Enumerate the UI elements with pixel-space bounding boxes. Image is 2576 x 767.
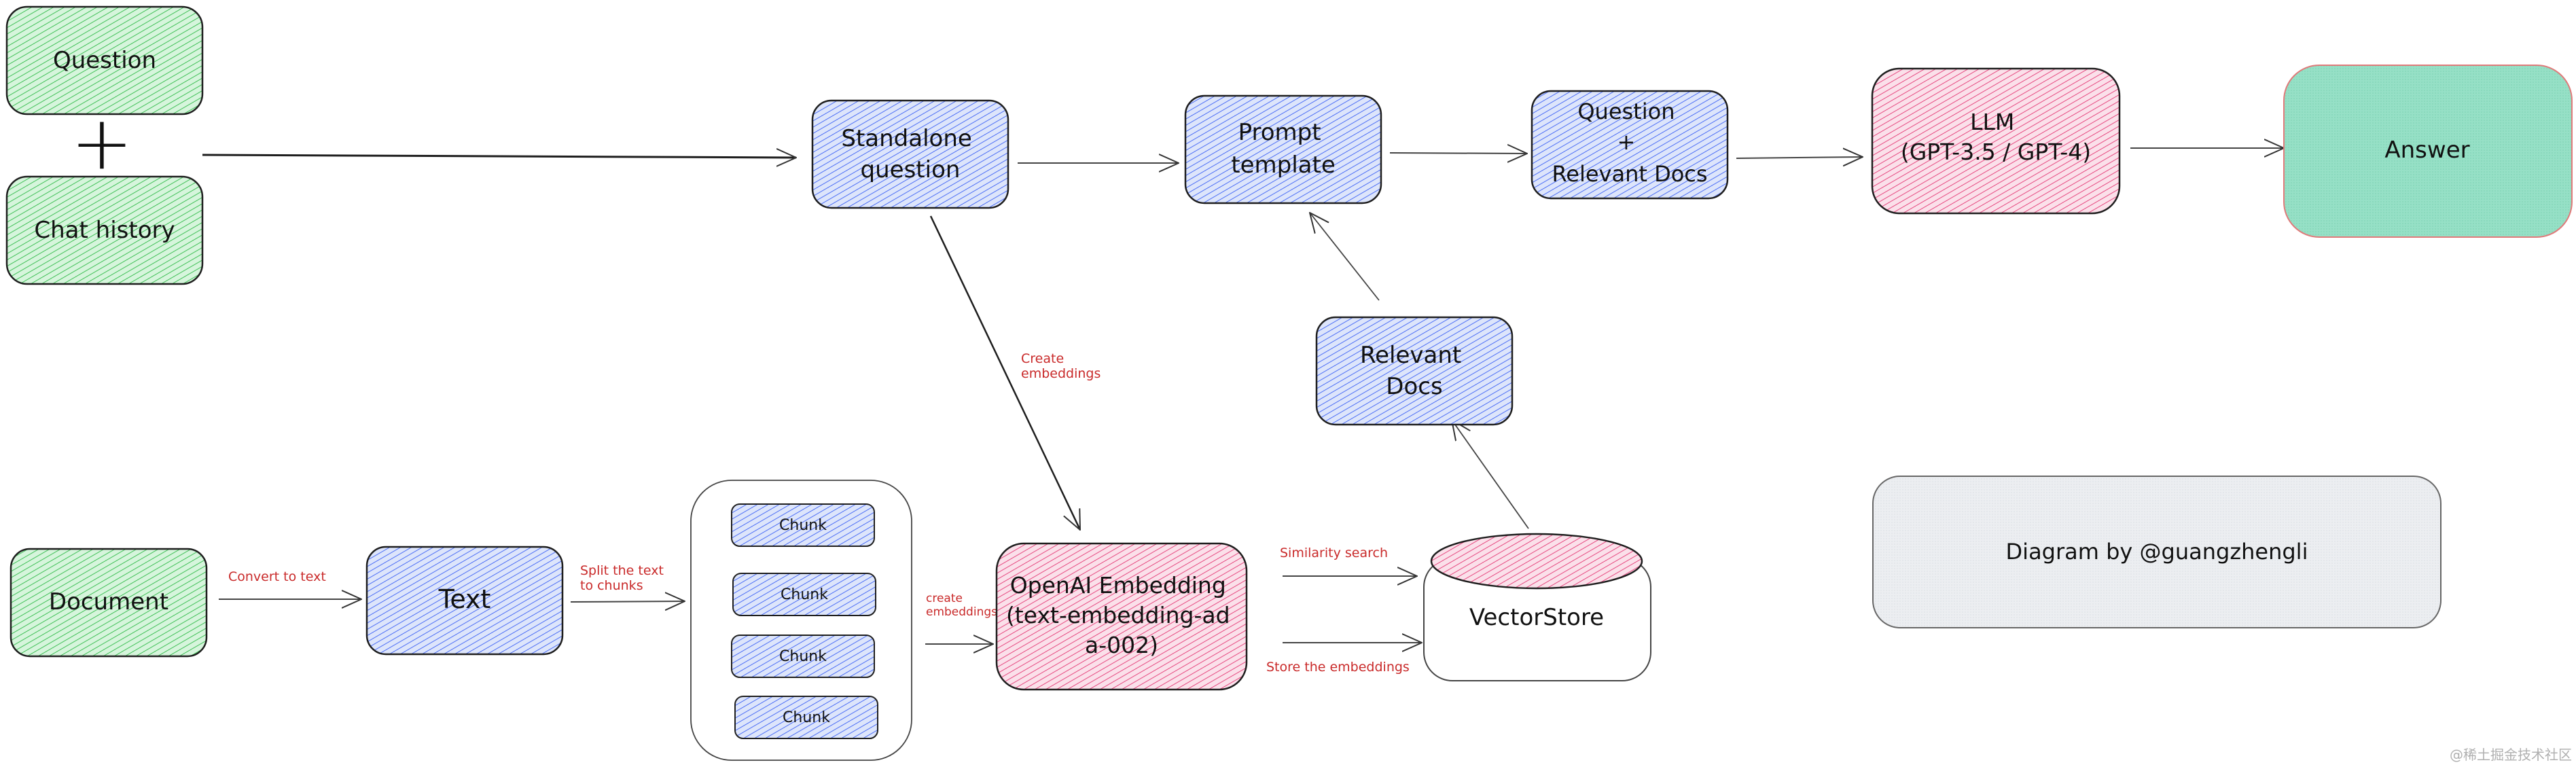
node-llm[interactable]: LLM (GPT-3.5 / GPT-4)	[1871, 67, 2121, 215]
node-document-label: Document	[49, 588, 168, 616]
chunk-label: Chunk	[781, 586, 828, 603]
plus-icon: +	[71, 99, 133, 186]
label-convert-to-text: Convert to text	[228, 569, 326, 584]
credit-label: Diagram by @guangzhengli	[2006, 539, 2308, 565]
edge-text-to-chunks	[570, 601, 685, 602]
node-question[interactable]: Question	[5, 5, 204, 115]
node-question-relevant-docs[interactable]: Question + Relevant Docs	[1531, 90, 1729, 200]
chunk-label: Chunk	[779, 517, 827, 534]
chunk-item[interactable]: Chunk	[732, 573, 876, 616]
edge-vectorstore-to-relevantdocs	[1452, 420, 1529, 529]
edge-inputs-to-standalone	[202, 155, 796, 158]
node-question-label: Question	[53, 47, 156, 74]
node-prompt-template[interactable]: Prompt template	[1184, 94, 1382, 204]
chunk-item[interactable]: Chunk	[731, 503, 875, 547]
node-vectorstore[interactable]: VectorStore	[1423, 533, 1651, 681]
node-document[interactable]: Document	[10, 548, 208, 658]
chunk-label: Chunk	[783, 709, 830, 726]
chunk-item[interactable]: Chunk	[734, 696, 878, 739]
node-chat-history-label: Chat history	[34, 217, 175, 244]
rag-diagram-canvas: Create embeddings Convert to text Split …	[5, 5, 2573, 763]
node-openai-embedding[interactable]: OpenAI Embedding (text-embedding-ad a-00…	[995, 542, 1248, 691]
node-chat-history[interactable]: Chat history	[5, 175, 204, 285]
label-create-embeddings-chunks: create embeddings	[926, 592, 997, 619]
node-text[interactable]: Text	[365, 546, 564, 656]
label-split-text: Split the text to chunks	[580, 563, 668, 593]
label-create-embeddings-top: Create embeddings	[1021, 351, 1101, 381]
edge-qdocs-to-llm	[1736, 157, 1863, 158]
node-answer-label: Answer	[2384, 137, 2469, 164]
edge-prompt-to-qdocs	[1389, 153, 1527, 154]
chunk-label: Chunk	[779, 648, 827, 665]
label-similarity-search: Similarity search	[1280, 546, 1388, 560]
credit-box: Diagram by @guangzhengli	[1872, 476, 2441, 628]
node-text-label: Text	[438, 584, 491, 614]
vectorstore-top-icon	[1430, 533, 1643, 590]
label-store-embeddings: Store the embeddings	[1266, 660, 1410, 675]
node-answer[interactable]: Answer	[2283, 65, 2573, 238]
node-standalone-question[interactable]: Standalone question	[811, 99, 1009, 209]
node-vectorstore-label: VectorStore	[1469, 604, 1604, 631]
watermark: @稀土掘金技术社区	[2450, 747, 2572, 763]
chunk-item[interactable]: Chunk	[731, 635, 875, 678]
edge-relevantdocs-to-prompt	[1310, 213, 1380, 301]
node-relevant-docs[interactable]: Relevant Docs	[1315, 316, 1514, 426]
